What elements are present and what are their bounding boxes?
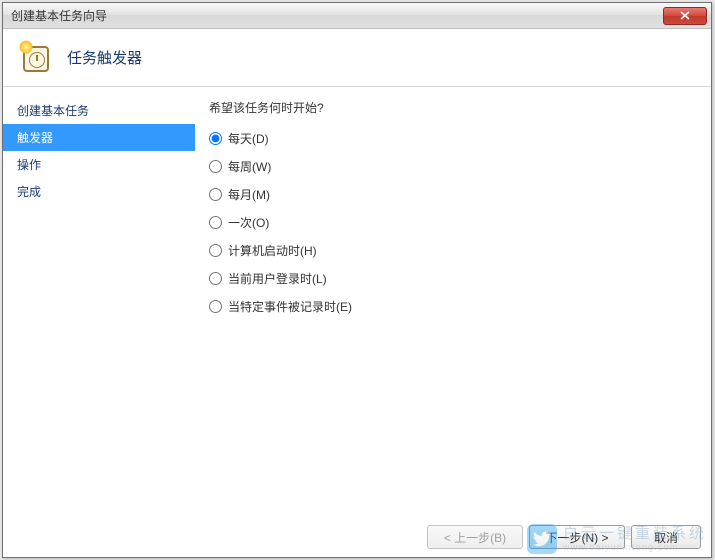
radio-input-weekly[interactable] — [209, 160, 222, 173]
wizard-sidebar: 创建基本任务 触发器 操作 完成 — [3, 87, 195, 525]
radio-label[interactable]: 每天(D) — [228, 130, 269, 147]
radio-daily[interactable]: 每天(D) — [209, 130, 697, 147]
wizard-page-title: 任务触发器 — [67, 47, 142, 68]
radio-label[interactable]: 计算机启动时(H) — [228, 242, 317, 259]
radio-input-startup[interactable] — [209, 244, 222, 257]
sidebar-item-action[interactable]: 操作 — [3, 151, 195, 178]
task-scheduler-icon — [21, 42, 53, 74]
radio-monthly[interactable]: 每月(M) — [209, 186, 697, 203]
radio-input-monthly[interactable] — [209, 188, 222, 201]
wizard-button-bar: < 上一步(B) 下一步(N) > 取消 — [427, 525, 701, 549]
radio-input-logon[interactable] — [209, 272, 222, 285]
radio-label[interactable]: 当特定事件被记录时(E) — [228, 298, 352, 315]
radio-label[interactable]: 每周(W) — [228, 158, 271, 175]
back-button: < 上一步(B) — [427, 525, 523, 549]
sidebar-item-trigger[interactable]: 触发器 — [3, 124, 195, 151]
wizard-dialog: 创建基本任务向导 任务触发器 创建基本任务 触发器 操作 完成 希望该任务何时开… — [2, 2, 712, 558]
radio-input-once[interactable] — [209, 216, 222, 229]
radio-label[interactable]: 当前用户登录时(L) — [228, 270, 327, 287]
radio-label[interactable]: 一次(O) — [228, 214, 269, 231]
trigger-radio-group: 每天(D) 每周(W) 每月(M) 一次(O) 计算机启动时(H) — [209, 130, 697, 315]
prompt-text: 希望该任务何时开始? — [209, 99, 697, 116]
wizard-main-pane: 希望该任务何时开始? 每天(D) 每周(W) 每月(M) 一次(O) — [195, 87, 711, 525]
radio-weekly[interactable]: 每周(W) — [209, 158, 697, 175]
wizard-content: 创建基本任务 触发器 操作 完成 希望该任务何时开始? 每天(D) 每周(W) … — [3, 87, 711, 525]
radio-label[interactable]: 每月(M) — [228, 186, 270, 203]
titlebar-text: 创建基本任务向导 — [11, 7, 663, 24]
close-icon — [680, 11, 690, 20]
sidebar-item-create-task[interactable]: 创建基本任务 — [3, 97, 195, 124]
radio-startup[interactable]: 计算机启动时(H) — [209, 242, 697, 259]
radio-input-daily[interactable] — [209, 132, 222, 145]
wizard-header: 任务触发器 — [3, 29, 711, 87]
radio-once[interactable]: 一次(O) — [209, 214, 697, 231]
radio-logon[interactable]: 当前用户登录时(L) — [209, 270, 697, 287]
close-button[interactable] — [663, 7, 707, 25]
radio-input-event[interactable] — [209, 300, 222, 313]
radio-event[interactable]: 当特定事件被记录时(E) — [209, 298, 697, 315]
cancel-button[interactable]: 取消 — [631, 525, 701, 549]
sidebar-item-finish[interactable]: 完成 — [3, 178, 195, 205]
next-button[interactable]: 下一步(N) > — [529, 525, 625, 549]
titlebar: 创建基本任务向导 — [3, 3, 711, 29]
